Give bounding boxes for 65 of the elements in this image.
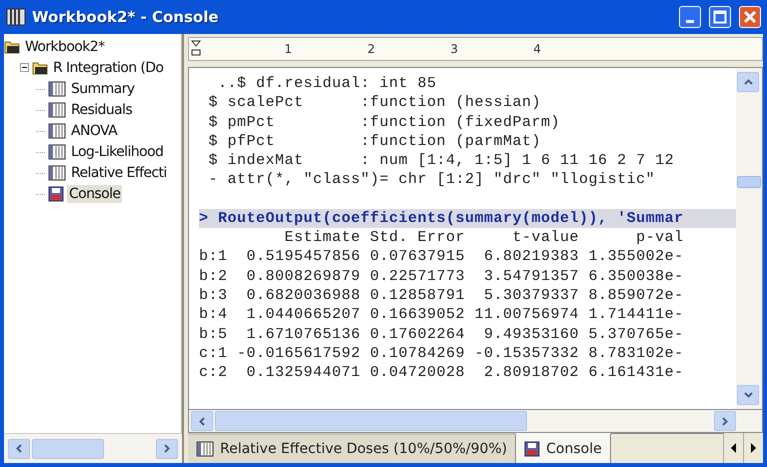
output-line: $ scalePct :function (hessian) [208,93,542,113]
table-icon [48,102,66,118]
output-line: b:1 0.5195457856 0.07637915 6.80219383 1.355002e- [199,247,685,267]
tree-item[interactable]: ANOVA [69,122,120,140]
chevron-down-icon [744,392,752,398]
output-line: ..$ df.residual: int 85 [217,74,438,94]
output-line: b:5 1.6710765136 0.17602264 9.49353160 5.370765e- [199,324,685,344]
tree-item[interactable]: Log-Likelihood [69,142,166,160]
chevron-left-icon [199,416,205,426]
sheet-tab[interactable]: Console [516,433,611,463]
ruler-number: 3 [449,42,458,56]
output-line: $ indexMat : num [1:4, 1:5] 1 6 11 16 2 7 12 [208,151,676,170]
indent-marker-icon[interactable] [191,40,201,56]
ruler-number: 2 [366,42,375,56]
output-line: $ pmPct :function (fixedParm) [208,112,562,132]
tree-item[interactable]: Summary [69,80,136,98]
output-line: b:2 0.8008269879 0.22571773 3.54791357 6.350038e- [199,266,685,286]
close-button[interactable] [739,6,761,28]
chevron-right-icon [164,444,170,453]
ruler-number: 4 [532,42,541,56]
maximize-button[interactable] [709,6,731,28]
table-icon [48,144,66,160]
chevron-left-icon [16,444,22,453]
tree-item[interactable]: Workbook2* [23,38,106,56]
output-line: Estimate Std. Error t-value p-val [284,228,685,248]
app-icon [6,8,26,26]
tree-item[interactable]: Relative Effecti [69,164,169,182]
triangle-right-icon [750,443,756,453]
tree-item[interactable]: Residuals [69,100,134,118]
scroll-up-button[interactable] [737,72,759,92]
scrollbar-thumb[interactable] [737,176,761,188]
output-line: - attr(*, "class")= chr [1:2] "drc" "llogistic" [208,170,656,190]
collapse-icon[interactable] [20,63,29,72]
table-icon [196,441,214,457]
tree-item[interactable]: R Integration (Do [51,58,166,76]
output-line: b:3 0.6820036988 0.12858791 5.30379337 8.859072e- [199,286,685,306]
maximize-icon [713,10,727,24]
scroll-left-button[interactable] [191,411,213,431]
scrollbar-thumb[interactable] [32,438,104,458]
triangle-left-icon [730,443,736,453]
minimize-icon [686,20,694,23]
scroll-right-button[interactable] [714,411,736,431]
console-icon [524,440,540,456]
table-icon [48,122,66,138]
console-icon [48,186,64,202]
output-line: c:1 -0.0165617592 0.10784269 -0.15357332 8.783102e- [199,344,685,364]
scrollbar-thumb[interactable] [215,411,527,431]
sheet-tab[interactable]: Relative Effective Doses (10%/50%/90%) [188,433,516,463]
scroll-down-button[interactable] [737,385,759,405]
output-line: b:4 1.0440665207 0.16639052 11.00756974 1.714411e- [199,305,685,325]
window-title: Workbook2* - Console [32,8,219,26]
table-icon [48,164,66,180]
table-icon [48,80,66,96]
scroll-right-button[interactable] [156,438,178,458]
output-line: $ pfPct :function (parmMat) [208,132,542,152]
minimize-button[interactable] [679,6,701,28]
chevron-up-icon [744,79,752,85]
tree-item[interactable]: Console [67,184,122,202]
scroll-left-button[interactable] [8,438,30,458]
output-line: c:2 0.1325944071 0.04720028 2.80918702 6.161431e- [199,363,685,382]
ruler-number: 1 [283,42,292,56]
folder-icon [32,60,48,74]
close-icon [743,10,757,24]
chevron-right-icon [722,416,728,426]
workbook-icon [4,40,20,54]
